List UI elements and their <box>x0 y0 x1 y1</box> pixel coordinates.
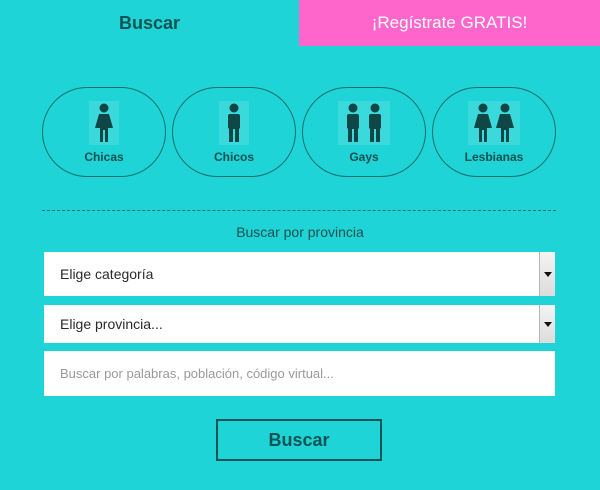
icon-background <box>89 101 119 145</box>
man-icon <box>228 103 240 142</box>
icon-background <box>219 101 249 145</box>
province-select[interactable]: Elige provincia... <box>44 305 555 343</box>
icon-background <box>468 101 520 145</box>
category-lesbianas-button[interactable]: Lesbianas <box>432 87 556 177</box>
icon-background <box>338 101 390 145</box>
category-label: Chicas <box>84 150 124 164</box>
icon-box <box>465 101 523 145</box>
category-select[interactable]: Elige categoría <box>44 252 555 296</box>
chevron-down-icon[interactable] <box>539 252 555 296</box>
category-label: Lesbianas <box>464 150 524 164</box>
category-chicas-button[interactable]: Chicas <box>42 87 166 177</box>
woman-icon <box>95 103 113 142</box>
category-chicos-button[interactable]: Chicos <box>172 87 296 177</box>
tab-bar: Buscar ¡Regístrate GRATIS! <box>0 0 600 46</box>
category-select-value: Elige categoría <box>60 266 154 282</box>
tab-search[interactable]: Buscar <box>0 0 299 46</box>
chevron-down-icon[interactable] <box>539 305 555 343</box>
search-input[interactable] <box>44 351 555 396</box>
two-men-icon <box>347 103 381 142</box>
search-submit-button[interactable]: Buscar <box>216 419 382 461</box>
dashed-divider <box>42 210 556 211</box>
category-gays-button[interactable]: Gays <box>302 87 426 177</box>
category-label: Gays <box>349 150 379 164</box>
category-selector: Chicas Chicos Gays Lesbianas <box>42 87 557 177</box>
two-women-icon <box>474 103 514 142</box>
icon-box <box>335 101 393 145</box>
icon-box <box>75 101 133 145</box>
icon-box <box>205 101 263 145</box>
province-heading: Buscar por provincia <box>236 224 364 240</box>
category-label: Chicos <box>213 150 254 164</box>
tab-register[interactable]: ¡Regístrate GRATIS! <box>299 0 600 46</box>
province-select-value: Elige provincia... <box>60 316 163 332</box>
